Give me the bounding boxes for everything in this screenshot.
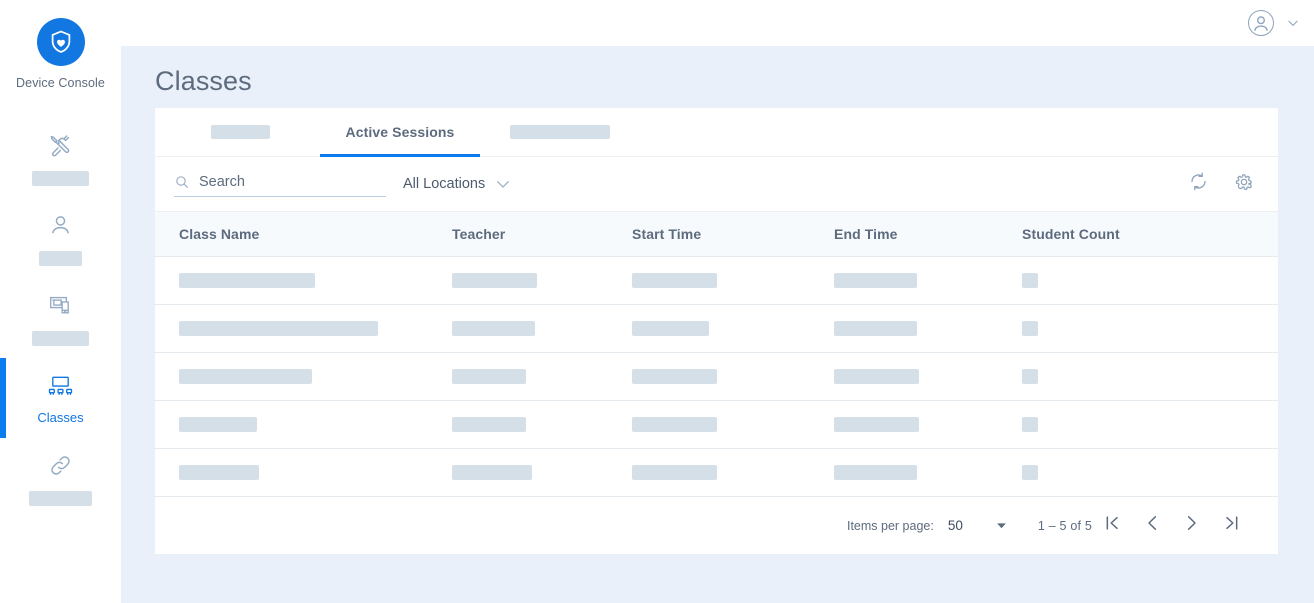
search-input[interactable] [199, 173, 386, 190]
sidebar-item-users[interactable] [0, 198, 121, 278]
brand-name: Device Console [16, 76, 105, 90]
column-header-class-name: Class Name [179, 226, 260, 242]
cell-skeleton [632, 273, 717, 288]
cell-skeleton [1022, 465, 1038, 480]
paginator: Items per page: 50 1 – 5 of 5 [155, 497, 1278, 554]
column-header-start-time: Start Time [632, 226, 702, 242]
cell-skeleton [452, 465, 532, 480]
settings-button[interactable] [1228, 168, 1260, 200]
last-page-icon [1222, 513, 1242, 538]
cell-skeleton [632, 417, 717, 432]
items-per-page-dropdown[interactable] [995, 519, 1008, 532]
cell-skeleton [632, 321, 709, 336]
cell-skeleton [1022, 273, 1038, 288]
sidebar-item-classes[interactable]: Classes [0, 358, 121, 438]
tab-label-skeleton [510, 125, 610, 139]
active-indicator-bar [0, 358, 6, 438]
classroom-icon [47, 371, 74, 401]
cell-skeleton [452, 321, 535, 336]
sidebar-item-label-skeleton [32, 171, 89, 186]
cell-skeleton [1022, 417, 1038, 432]
page-title: Classes [155, 66, 252, 96]
classes-table: Class Name Teacher Start Time End Time S… [155, 212, 1278, 497]
chevron-down-icon [494, 175, 512, 193]
location-filter-value: All Locations [403, 176, 486, 192]
search-box[interactable] [174, 173, 386, 197]
cell-skeleton [452, 369, 526, 384]
sidebar-item-label-skeleton [32, 331, 89, 346]
table-row[interactable] [155, 257, 1278, 305]
refresh-icon [1188, 171, 1209, 197]
tab-active-sessions[interactable]: Active Sessions [320, 108, 480, 157]
sidebar-item-devices[interactable] [0, 278, 121, 358]
brand: Device Console [0, 18, 121, 90]
sidebar-item-label-skeleton [39, 251, 82, 266]
classes-card: Active Sessions Search All Locations Cla… [155, 108, 1278, 554]
table-row[interactable] [155, 401, 1278, 449]
column-header-teacher: Teacher [452, 226, 506, 242]
cell-skeleton [179, 417, 257, 432]
last-page-button[interactable] [1212, 506, 1252, 546]
cell-skeleton [452, 273, 537, 288]
user-icon [48, 210, 73, 240]
tab-label: Active Sessions [345, 124, 455, 140]
cell-skeleton [834, 273, 917, 288]
previous-page-icon [1142, 513, 1162, 538]
refresh-button[interactable] [1182, 168, 1214, 200]
chevron-down-icon[interactable] [1286, 16, 1300, 30]
pagination-range-label: 1 – 5 of 5 [1037, 518, 1092, 533]
first-page-icon [1102, 513, 1122, 538]
column-header-end-time: End Time [834, 226, 898, 242]
cell-skeleton [834, 417, 919, 432]
cell-skeleton [834, 321, 917, 336]
sidebar-item-label-skeleton [29, 491, 92, 506]
cell-skeleton [632, 369, 717, 384]
cell-skeleton [452, 417, 526, 432]
table-header-row: Class Name Teacher Start Time End Time S… [155, 212, 1278, 257]
table-row[interactable] [155, 305, 1278, 353]
link-icon [48, 450, 73, 480]
cell-skeleton [179, 465, 259, 480]
cell-skeleton [632, 465, 717, 480]
main-area: Classes Active Sessions Search All Locat… [121, 0, 1314, 603]
topbar [121, 0, 1314, 46]
user-avatar-icon[interactable] [1248, 10, 1274, 36]
gear-icon [1233, 171, 1255, 198]
cell-skeleton [834, 369, 919, 384]
sidebar-item-tools[interactable] [0, 118, 121, 198]
content-area: Classes Active Sessions Search All Locat… [121, 46, 1314, 603]
column-header-student-count: Student Count [1022, 226, 1120, 242]
table-row[interactable] [155, 449, 1278, 497]
cell-skeleton [179, 321, 378, 336]
table-toolbar: All Locations [155, 157, 1278, 212]
cell-skeleton [834, 465, 917, 480]
next-page-button[interactable] [1172, 506, 1212, 546]
previous-page-button[interactable] [1132, 506, 1172, 546]
tab-bar: Active Sessions [155, 108, 1278, 157]
app-root: Device Console Classes Classes Active Se… [0, 0, 1314, 603]
tab-label-skeleton [210, 125, 270, 139]
sidebar-item-label: Classes [37, 410, 84, 425]
cell-skeleton [1022, 321, 1038, 336]
table-row[interactable] [155, 353, 1278, 401]
tab-placeholder-1[interactable] [160, 108, 320, 156]
sidebar: Device Console Classes [0, 0, 121, 603]
shield-heart-icon [36, 18, 85, 66]
cell-skeleton [179, 369, 312, 384]
sidebar-nav: Classes [0, 118, 121, 518]
cell-skeleton [179, 273, 315, 288]
first-page-button[interactable] [1092, 506, 1132, 546]
location-filter-select[interactable]: All Locations [403, 175, 512, 193]
items-per-page-value[interactable]: 50 [948, 518, 963, 533]
tools-icon [48, 130, 73, 160]
next-page-icon [1182, 513, 1202, 538]
items-per-page-label: Items per page: [846, 518, 934, 533]
tab-placeholder-2[interactable] [480, 108, 640, 156]
devices-icon [48, 290, 73, 320]
search-icon [174, 174, 190, 190]
cell-skeleton [1022, 369, 1038, 384]
sidebar-item-links[interactable] [0, 438, 121, 518]
